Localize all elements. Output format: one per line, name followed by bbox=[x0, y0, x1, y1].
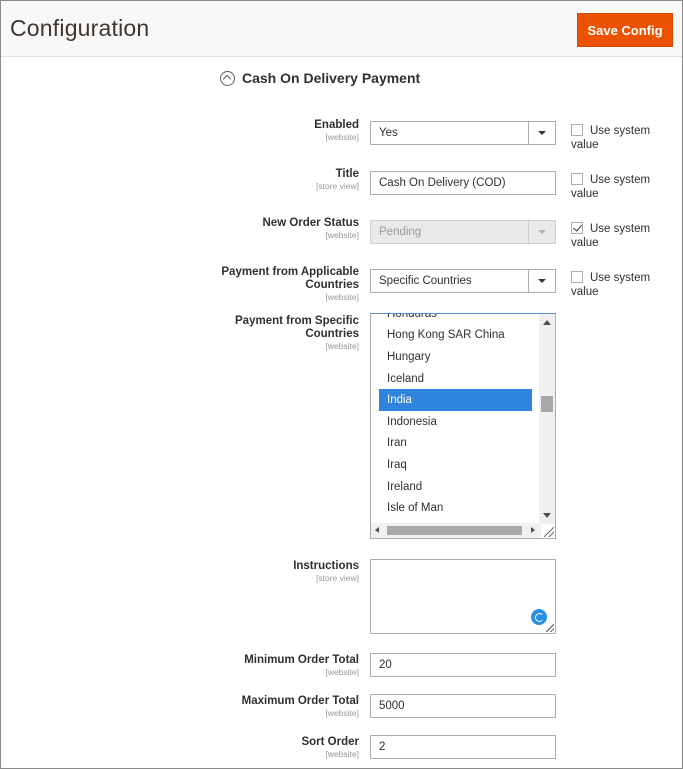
chevron-down-icon bbox=[528, 270, 555, 292]
save-config-button[interactable]: Save Config bbox=[577, 13, 673, 47]
new-order-status-select: Pending bbox=[370, 220, 556, 244]
max-order-total-scope: [website] bbox=[325, 708, 359, 718]
new-order-status-label-text: New Order Status bbox=[262, 217, 360, 229]
country-option[interactable]: India bbox=[379, 389, 532, 411]
instructions-label: Instructions [store view] bbox=[293, 560, 359, 583]
collapse-icon bbox=[220, 70, 235, 86]
country-option[interactable]: Hong Kong SAR China bbox=[379, 325, 532, 347]
country-option[interactable]: Indonesia bbox=[379, 411, 532, 433]
sort-order-scope: [website] bbox=[325, 749, 359, 759]
specific-countries-scope: [website] bbox=[325, 341, 359, 351]
use-system-label: Use system value bbox=[571, 125, 651, 151]
applicable-countries-label: Payment from Applicable Countries [websi… bbox=[219, 266, 359, 302]
enabled-select[interactable]: Yes bbox=[370, 121, 556, 145]
applicable-countries-label-text: Payment from Applicable Countries bbox=[221, 266, 359, 291]
max-order-total-label-text: Maximum Order Total bbox=[241, 695, 359, 707]
sort-order-label-text: Sort Order bbox=[301, 736, 359, 748]
scroll-down-icon[interactable] bbox=[543, 513, 551, 518]
enabled-scope: [website] bbox=[325, 132, 359, 142]
enabled-label-text: Enabled bbox=[314, 119, 359, 131]
title-use-system-checkbox[interactable] bbox=[571, 173, 583, 185]
grammarly-icon[interactable] bbox=[531, 609, 547, 625]
enabled-value: Yes bbox=[379, 127, 398, 139]
title-scope: [store view] bbox=[316, 181, 359, 191]
country-list: Honduras Hong Kong SAR China Hungary Icelan… bbox=[379, 314, 532, 538]
applicable-countries-value: Specific Countries bbox=[379, 275, 472, 287]
resize-handle-icon[interactable] bbox=[546, 624, 554, 632]
scroll-left-icon[interactable] bbox=[375, 527, 379, 533]
min-order-total-input[interactable]: 20 bbox=[370, 653, 556, 677]
scroll-up-icon[interactable] bbox=[543, 320, 551, 325]
enabled-label: Enabled [website] bbox=[314, 119, 359, 142]
max-order-total-label: Maximum Order Total [website] bbox=[242, 695, 359, 718]
applicable-countries-use-system[interactable]: Use system value bbox=[571, 271, 651, 299]
scrollbar-thumb[interactable] bbox=[541, 396, 553, 412]
specific-countries-label-text: Payment from Specific Countries bbox=[235, 315, 359, 340]
section-toggle[interactable]: Cash On Delivery Payment bbox=[220, 69, 420, 87]
applicable-countries-use-system-checkbox[interactable] bbox=[571, 271, 583, 283]
country-option[interactable]: Iceland bbox=[379, 368, 532, 390]
specific-countries-multiselect[interactable]: Honduras Hong Kong SAR China Hungary Icelan… bbox=[370, 313, 556, 539]
specific-countries-label: Payment from Specific Countries [website… bbox=[229, 315, 359, 351]
instructions-scope: [store view] bbox=[316, 573, 359, 583]
vertical-scrollbar[interactable] bbox=[539, 314, 555, 524]
min-order-total-label-text: Minimum Order Total bbox=[244, 654, 359, 666]
page-title: Configuration bbox=[10, 15, 150, 41]
title-label-text: Title bbox=[335, 168, 359, 180]
instructions-label-text: Instructions bbox=[293, 560, 359, 572]
country-option[interactable]: Ireland bbox=[379, 476, 532, 498]
enabled-use-system-checkbox[interactable] bbox=[571, 124, 583, 136]
enabled-use-system[interactable]: Use system value bbox=[571, 124, 651, 152]
min-order-total-label: Minimum Order Total [website] bbox=[244, 654, 359, 677]
resize-handle-icon[interactable] bbox=[544, 527, 554, 537]
new-order-status-label: New Order Status [website] bbox=[263, 217, 360, 240]
title-label: Title [store view] bbox=[316, 168, 359, 191]
country-option[interactable]: Honduras bbox=[379, 314, 532, 325]
chevron-down-icon bbox=[528, 221, 555, 243]
new-order-status-use-system[interactable]: Use system value bbox=[571, 222, 651, 250]
use-system-label: Use system value bbox=[571, 174, 651, 200]
sort-order-input[interactable]: 2 bbox=[370, 735, 556, 759]
max-order-total-input[interactable]: 5000 bbox=[370, 694, 556, 718]
min-order-total-scope: [website] bbox=[325, 667, 359, 677]
new-order-status-use-system-checkbox[interactable] bbox=[571, 222, 583, 234]
country-option[interactable]: Isle of Man bbox=[379, 497, 532, 519]
sort-order-label: Sort Order [website] bbox=[301, 736, 359, 759]
section-title: Cash On Delivery Payment bbox=[242, 70, 421, 86]
country-option[interactable]: Iraq bbox=[379, 454, 532, 476]
use-system-label: Use system value bbox=[571, 272, 651, 298]
new-order-status-value: Pending bbox=[379, 226, 422, 238]
horizontal-scrollbar[interactable] bbox=[371, 523, 541, 538]
country-option[interactable]: Iran bbox=[379, 433, 532, 455]
new-order-status-scope: [website] bbox=[325, 230, 359, 240]
applicable-countries-scope: [website] bbox=[325, 292, 359, 302]
country-option[interactable]: Hungary bbox=[379, 346, 532, 368]
use-system-label: Use system value bbox=[571, 223, 651, 249]
scrollbar-thumb[interactable] bbox=[387, 526, 522, 535]
chevron-down-icon bbox=[528, 122, 555, 144]
title-input[interactable]: Cash On Delivery (COD) bbox=[370, 171, 556, 195]
title-use-system[interactable]: Use system value bbox=[571, 173, 651, 201]
page-header: Configuration Save Config bbox=[1, 1, 682, 57]
scroll-right-icon[interactable] bbox=[531, 527, 535, 533]
applicable-countries-select[interactable]: Specific Countries bbox=[370, 269, 556, 293]
instructions-textarea[interactable] bbox=[370, 559, 556, 634]
